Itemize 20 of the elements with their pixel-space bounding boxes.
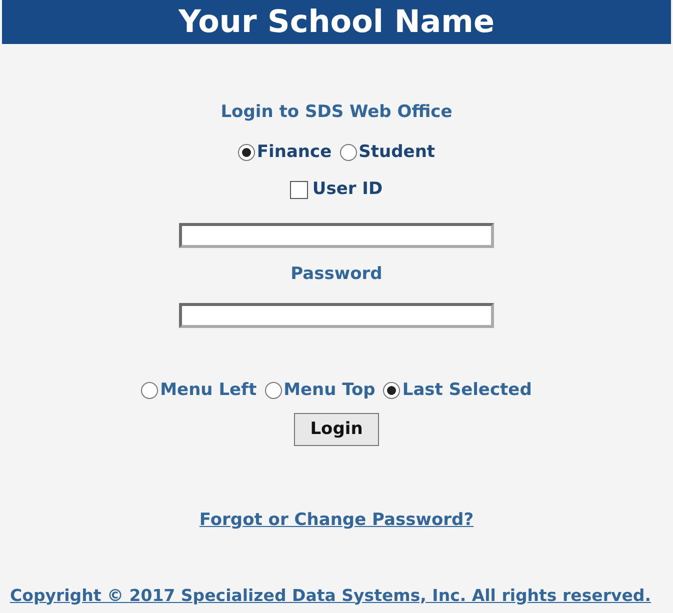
radio-label[interactable]: Menu Top <box>284 378 376 404</box>
page-title: Your School Name <box>2 0 671 44</box>
username-field[interactable] <box>179 222 494 248</box>
forgot-password-link[interactable]: Forgot or Change Password? <box>199 508 474 534</box>
radio-label[interactable]: Last Selected <box>402 378 532 404</box>
password-field[interactable] <box>179 303 494 328</box>
checkbox[interactable] <box>290 180 308 199</box>
form-heading: Login to SDS Web Office <box>220 101 452 124</box>
radio-button[interactable] <box>264 382 282 400</box>
radio-label[interactable]: Student <box>358 140 436 165</box>
copyright-link[interactable]: Copyright © 2017 Specialized Data Systems, Inc. All rights reserved. <box>10 584 651 608</box>
radio-label[interactable]: Finance <box>256 140 332 165</box>
password-label: Password <box>290 262 382 286</box>
login-button[interactable]: Login <box>294 412 379 446</box>
radio-label[interactable]: Menu Left <box>160 378 257 404</box>
radio-button[interactable] <box>340 144 357 161</box>
radio-button[interactable] <box>383 382 400 400</box>
radio-button[interactable] <box>238 144 255 161</box>
radio-button[interactable] <box>141 382 158 400</box>
checkbox-label[interactable]: User ID <box>312 177 383 202</box>
